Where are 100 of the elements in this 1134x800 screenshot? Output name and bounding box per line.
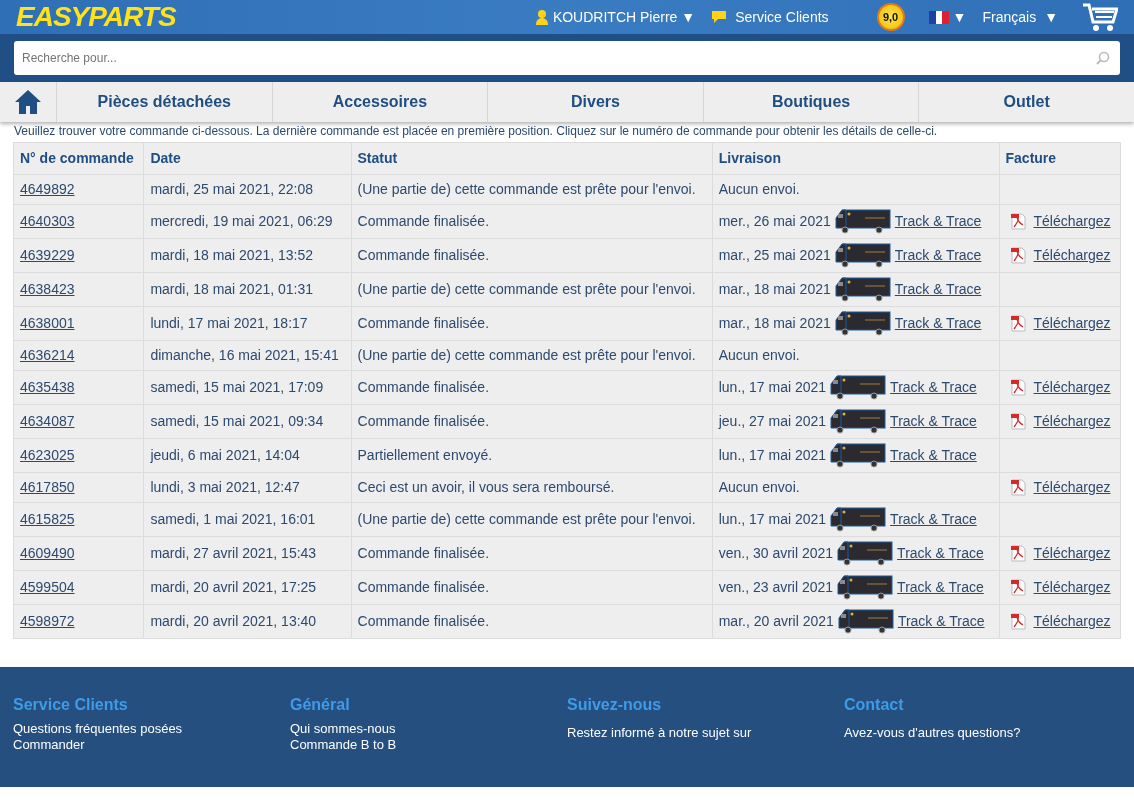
footer-link[interactable]: Questions fréquentes posées (13, 721, 290, 737)
pdf-icon[interactable] (1009, 247, 1026, 265)
truck-icon (837, 541, 894, 567)
truck-icon (830, 375, 887, 401)
footer-link[interactable]: Qui sommes-nous (290, 721, 567, 737)
table-cell: samedi, 15 mai 2021, 09:34 (143, 404, 352, 439)
truck-icon (837, 575, 894, 601)
table-cell: lundi, 17 mai 2021, 18:17 (143, 306, 352, 341)
table-cell: Commande finalisée. (351, 536, 713, 571)
caret-icon[interactable]: ▼ (681, 6, 696, 28)
table-cell: jeudi, 6 mai 2021, 14:04 (143, 438, 352, 473)
delivery-date: mar., 20 avril 2021 (718, 612, 834, 632)
table-cell: mardi, 20 avril 2021, 13:40 (143, 604, 352, 639)
table-cell: lundi, 3 mai 2021, 12:47 (143, 472, 352, 503)
caret-icon[interactable]: ▼ (1044, 6, 1058, 28)
search-field[interactable]: Recherche pour... (14, 41, 1120, 75)
nav-tab[interactable]: Outlet (918, 82, 1134, 122)
delivery-date: mar., 18 mai 2021 (718, 314, 831, 334)
footer-heading: Contact (844, 695, 905, 716)
truck-icon (837, 609, 894, 635)
truck-icon (830, 443, 887, 469)
table-cell: (Une partie de) cette commande est prête pour l'envoi. (351, 272, 713, 307)
table-cell: (Une partie de) cette commande est prête pour l'envoi. (351, 502, 713, 537)
pdf-icon[interactable] (1009, 613, 1026, 631)
service-link[interactable]: Service Clients (735, 6, 829, 28)
tracking-link[interactable]: Track & Trace (897, 577, 984, 599)
pdf-icon[interactable] (1009, 579, 1026, 597)
intro-text: Veuillez trouver votre commande ci-dessous. La dernière commande est placée en première position. Cliquez sur le numéro de commande pour obtenir les détails de celle-ci. (14, 124, 939, 139)
tracking-link[interactable]: Track & Trace (894, 279, 982, 301)
flag-icon[interactable] (928, 10, 949, 24)
language-selector[interactable]: Français (982, 6, 1037, 28)
pdf-icon[interactable] (1009, 479, 1026, 497)
truck-icon (834, 243, 891, 269)
delivery-date: mar., 18 mai 2021 (718, 280, 831, 300)
tracking-link[interactable]: Track & Trace (890, 509, 977, 531)
tracking-link[interactable]: Track & Trace (894, 313, 982, 335)
delivery-date: ven., 23 avril 2021 (718, 578, 834, 598)
truck-icon (834, 277, 891, 303)
footer-heading: Service Clients (13, 695, 129, 716)
table-cell: Commande finalisée. (351, 204, 713, 239)
delivery-date: mar., 25 mai 2021 (718, 246, 831, 266)
tracking-link[interactable]: Track & Trace (897, 611, 985, 633)
tracking-link[interactable]: Track & Trace (894, 211, 982, 233)
truck-icon (830, 409, 887, 435)
nav-tab[interactable]: Accessoires (271, 82, 488, 122)
delivery-date: lun., 17 mai 2021 (718, 378, 827, 398)
table-cell: mardi, 25 mai 2021, 22:08 (143, 174, 352, 205)
tracking-link[interactable]: Track & Trace (890, 377, 977, 399)
table-cell: mercredi, 19 mai 2021, 06:29 (143, 204, 352, 239)
table-cell: Aucun envoi. (712, 174, 999, 205)
column-header: Facture (999, 142, 1121, 175)
rating-badge: 9,0 (876, 3, 905, 31)
footer-text: Avez-vous d'autres questions? (844, 725, 1022, 741)
table-cell: samedi, 1 mai 2021, 16:01 (143, 502, 352, 537)
delivery-date: ven., 30 avril 2021 (718, 544, 834, 564)
table-cell: mardi, 20 avril 2021, 17:25 (143, 570, 352, 605)
caret-icon[interactable]: ▼ (952, 6, 967, 28)
table-cell: Partiellement envoyé. (351, 438, 713, 473)
table-cell: Commande finalisée. (351, 570, 713, 605)
tracking-link[interactable]: Track & Trace (890, 411, 977, 433)
pdf-icon[interactable] (1009, 213, 1026, 231)
table-cell: samedi, 15 mai 2021, 17:09 (143, 370, 352, 405)
tracking-link[interactable]: Track & Trace (897, 543, 984, 565)
column-header: Livraison (712, 142, 999, 175)
nav-tab[interactable]: Pièces détachées (56, 82, 272, 122)
home-icon (14, 89, 42, 115)
column-header: Date (143, 142, 352, 175)
tracking-link[interactable]: Track & Trace (894, 245, 982, 267)
cart-icon[interactable] (1082, 2, 1118, 32)
footer-link[interactable]: Commander (13, 737, 290, 753)
table-cell: dimanche, 16 mai 2021, 15:41 (143, 340, 352, 371)
user-name[interactable]: KOUDRITCH Pierre (552, 6, 678, 28)
delivery-date: jeu., 27 mai 2021 (718, 412, 827, 432)
truck-icon (834, 311, 891, 337)
column-header: N° de commande (13, 142, 144, 175)
tracking-link[interactable]: Track & Trace (890, 445, 977, 467)
footer-heading: Suivez-nous (567, 695, 663, 716)
nav-tab[interactable]: Divers (487, 82, 703, 122)
table-cell: mardi, 27 avril 2021, 15:43 (143, 536, 352, 571)
pdf-icon[interactable] (1009, 413, 1026, 431)
user-icon (534, 9, 549, 25)
chat-icon (711, 10, 728, 24)
logo[interactable]: EASYPARTS (16, 3, 176, 31)
pdf-icon[interactable] (1009, 315, 1026, 333)
nav-tab[interactable]: Boutiques (702, 82, 919, 122)
table-cell: Commande finalisée. (351, 306, 713, 341)
table-cell: Ceci est un avoir, il vous sera remboursé. (351, 472, 713, 503)
table-cell: mardi, 18 mai 2021, 01:31 (143, 272, 352, 307)
footer-text: Restez informé à notre sujet sur (567, 725, 753, 741)
truck-icon (834, 209, 891, 235)
table-cell: Commande finalisée. (351, 238, 713, 273)
footer-link[interactable]: Commande B to B (290, 737, 567, 753)
pdf-icon[interactable] (1009, 545, 1026, 563)
table-cell: mardi, 18 mai 2021, 13:52 (143, 238, 352, 273)
pdf-icon[interactable] (1009, 379, 1026, 397)
table-cell: (Une partie de) cette commande est prête pour l'envoi. (351, 174, 713, 205)
table-cell: Aucun envoi. (712, 472, 999, 503)
column-header: Statut (351, 142, 713, 175)
table-cell: Commande finalisée. (351, 370, 713, 405)
delivery-date: mer., 26 mai 2021 (718, 212, 831, 232)
